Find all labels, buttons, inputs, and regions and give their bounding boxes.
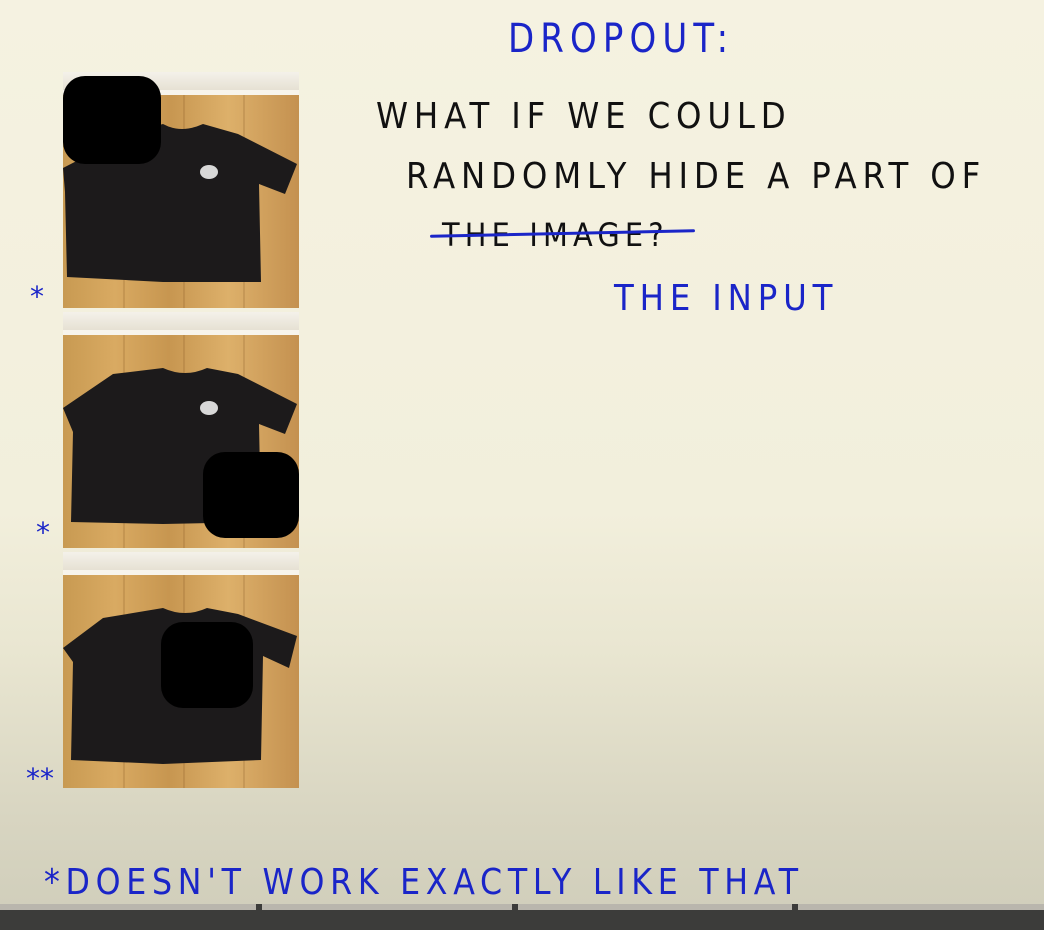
question-line-2: RANDOMLY HIDE A PART OF: [406, 156, 987, 197]
tshirt-photo-1: [63, 72, 299, 308]
dropout-mask: [161, 622, 253, 708]
footnote-star-1: *: [30, 280, 44, 313]
dropout-mask: [63, 76, 161, 164]
question-line-1: WHAT IF WE COULD: [376, 96, 792, 137]
footnote-star-2: *: [36, 516, 50, 549]
tshirt-photo-2: [63, 312, 299, 548]
tshirt-photo-3: [63, 552, 299, 788]
footnote-text: *DOESN'T WORK EXACTLY LIKE THAT: [44, 862, 804, 903]
dropout-mask: [203, 452, 299, 538]
slide-title: DROPOUT:: [508, 16, 735, 62]
footnote-star-3: **: [26, 762, 54, 795]
video-progress-bar[interactable]: [0, 904, 1044, 930]
replacement-text: THE INPUT: [614, 278, 839, 319]
